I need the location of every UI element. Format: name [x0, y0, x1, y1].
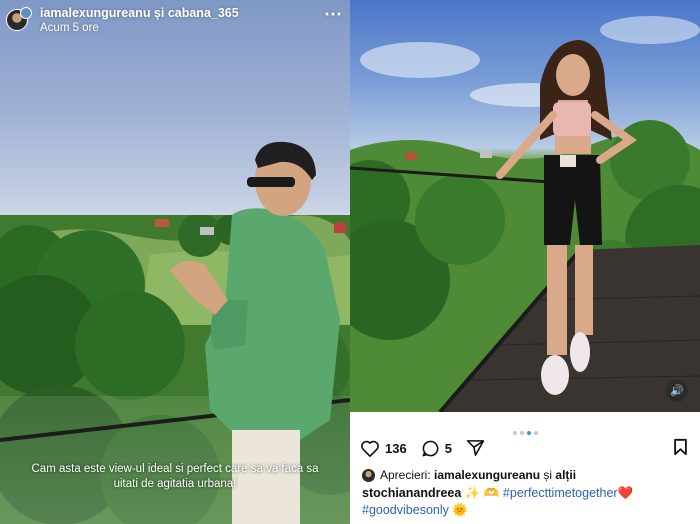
post-photo[interactable]: 🔊 — [350, 0, 700, 412]
collab-avatar[interactable] — [20, 7, 32, 19]
story-view[interactable]: iamalexungureanu și cabana_365 Acum 5 or… — [0, 0, 350, 524]
share-action[interactable] — [466, 439, 485, 457]
carousel-dot — [519, 431, 524, 435]
comment-icon[interactable] — [421, 439, 440, 458]
liked-by-row: Aprecieri: iamalexungureanu și alții — [362, 468, 690, 482]
carousel-dot — [526, 431, 531, 435]
heart-emoji: ❤️ — [617, 486, 634, 500]
post-photo-art — [350, 16, 700, 412]
story-timestamp: Acum 5 ore — [40, 22, 99, 34]
sun-emoji: 🌞 — [452, 503, 468, 517]
carousel-indicator — [350, 422, 700, 435]
sound-toggle-icon[interactable]: 🔊 — [666, 380, 688, 402]
post-caption: stochianandreea ✨ 🫶 #perfecttimetogether… — [362, 485, 690, 519]
story-username[interactable]: iamalexungureanu și cabana_365 — [40, 6, 239, 21]
story-avatar[interactable] — [6, 7, 32, 31]
story-meta: iamalexungureanu și cabana_365 Acum 5 or… — [40, 6, 239, 36]
person-figure — [170, 141, 340, 524]
carousel-dot — [533, 431, 538, 435]
caption-username[interactable]: stochianandreea — [362, 486, 461, 500]
heart-icon[interactable] — [360, 439, 380, 457]
liked-by-avatar[interactable] — [362, 468, 375, 482]
bookmark-icon[interactable] — [673, 438, 688, 456]
story-header: iamalexungureanu și cabana_365 Acum 5 or… — [6, 6, 344, 40]
story-caption: Cam asta este view-ul ideal si perfect c… — [31, 463, 319, 490]
share-icon[interactable] — [466, 439, 485, 457]
comment-action[interactable]: 5 — [421, 439, 452, 458]
more-options-icon[interactable]: ⋯ — [324, 4, 342, 25]
post-view: 🔊 136 5 Aprecieri: iamalexungureanu și a… — [350, 0, 700, 524]
likes-count[interactable]: 136 — [385, 441, 407, 456]
liked-by-others[interactable]: alții — [555, 468, 576, 482]
post-actions: 136 5 — [360, 436, 690, 460]
hashtag-link[interactable]: #goodvibesonly — [362, 503, 449, 517]
caption-emojis: ✨ 🫶 — [464, 486, 500, 500]
liked-by-label: Aprecieri: — [380, 468, 431, 482]
save-action[interactable] — [673, 438, 688, 461]
liked-by-user[interactable]: iamalexungureanu — [434, 468, 540, 482]
carousel-dot — [512, 431, 517, 435]
hashtag-link[interactable]: #perfecttimetogether — [503, 486, 618, 500]
like-action[interactable]: 136 — [360, 439, 407, 457]
liked-by-suffix: și — [543, 468, 553, 482]
comments-count[interactable]: 5 — [445, 441, 452, 456]
